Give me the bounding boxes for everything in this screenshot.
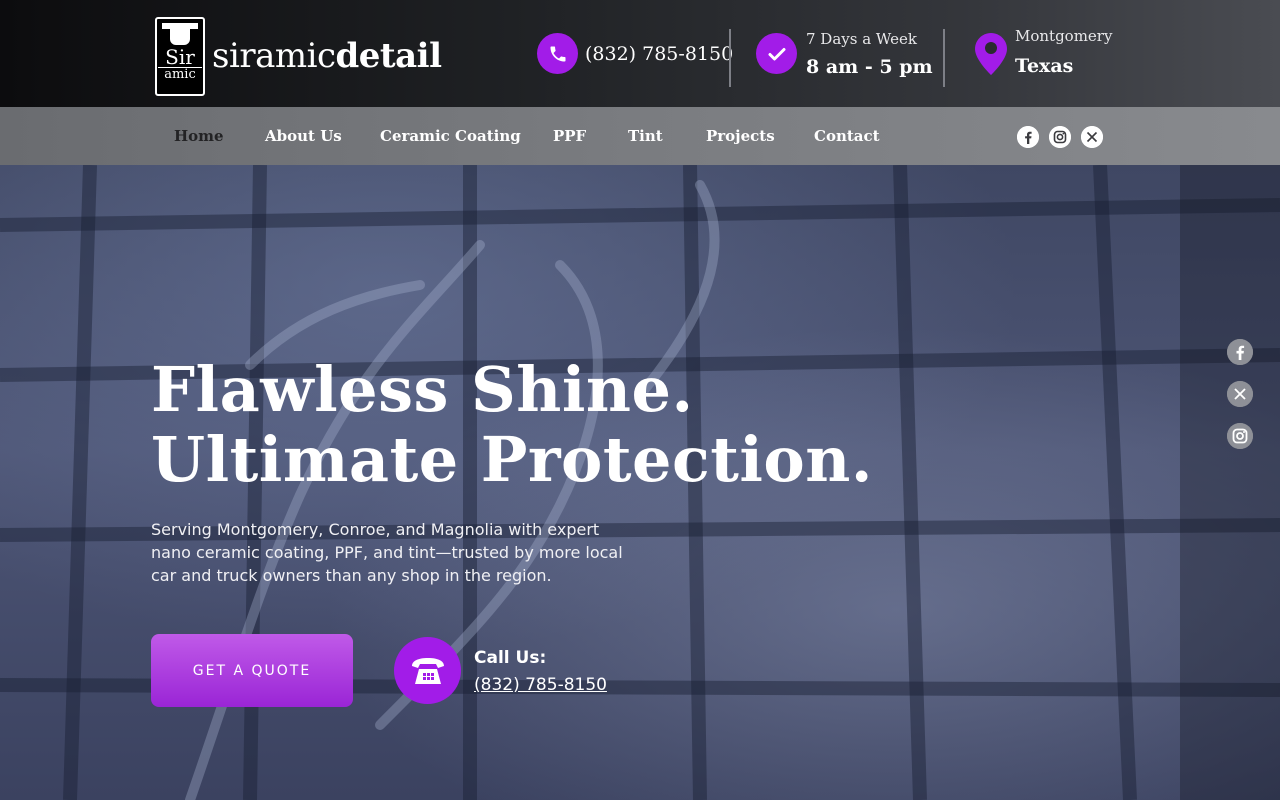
x-icon[interactable] — [1081, 126, 1103, 148]
nav-ppf[interactable]: PPF — [553, 107, 586, 165]
hero-headline-line2: Ultimate Protection. — [151, 423, 873, 496]
header-hours: 7 Days a Week 8 am - 5 pm — [756, 0, 933, 107]
logo-brand-bold: detail — [335, 36, 442, 76]
x-icon[interactable] — [1227, 381, 1253, 407]
logo-cup-icon — [162, 22, 198, 45]
nav-projects[interactable]: Projects — [706, 107, 775, 165]
nav-contact[interactable]: Contact — [814, 107, 880, 165]
get-a-quote-button[interactable]: GET A QUOTE — [151, 634, 353, 707]
side-social-bar — [1227, 339, 1253, 449]
phone-icon — [537, 33, 578, 74]
hours-time: 8 am - 5 pm — [806, 55, 933, 78]
hours-days: 7 Days a Week — [806, 29, 917, 48]
main-nav: Home About Us Ceramic Coating PPF Tint P… — [0, 107, 1280, 165]
site-logo[interactable]: Sir amic siramicdetail — [155, 16, 442, 96]
hero-headline: Flawless Shine. Ultimate Protection. — [151, 355, 873, 495]
nav-tint[interactable]: Tint — [628, 107, 663, 165]
map-pin-icon — [975, 32, 1007, 75]
hero-headline-line1: Flawless Shine. — [151, 353, 694, 426]
logo-badge: Sir amic — [155, 16, 205, 96]
header-phone-number[interactable]: (832) 785-8150 — [585, 43, 733, 65]
location-state: Texas — [1015, 54, 1074, 77]
check-icon — [756, 33, 797, 74]
nav-social-bar — [1017, 126, 1103, 148]
header-phone[interactable]: (832) 785-8150 — [537, 0, 733, 107]
call-us-number[interactable]: (832) 785-8150 — [474, 675, 607, 695]
facebook-icon[interactable] — [1017, 126, 1039, 148]
header-location: Montgomery Texas — [975, 0, 1112, 107]
facebook-icon[interactable] — [1227, 339, 1253, 365]
call-us-label: Call Us: — [474, 648, 547, 668]
logo-wordmark: siramicdetail — [212, 36, 442, 76]
telephone-icon[interactable] — [394, 637, 461, 704]
hero-section: Flawless Shine. Ultimate Protection. Ser… — [0, 165, 1280, 800]
logo-badge-bottom: amic — [158, 66, 202, 82]
logo-badge-top: Sir — [165, 44, 195, 69]
instagram-icon[interactable] — [1227, 423, 1253, 449]
nav-ceramic-coating[interactable]: Ceramic Coating — [380, 107, 521, 165]
hero-subtitle: Serving Montgomery, Conroe, and Magnolia… — [151, 520, 623, 585]
nav-home[interactable]: Home — [174, 107, 224, 165]
instagram-icon[interactable] — [1049, 126, 1071, 148]
header-divider — [943, 29, 945, 87]
nav-about-us[interactable]: About Us — [265, 107, 342, 165]
location-city: Montgomery — [1015, 26, 1113, 45]
top-header: Sir amic siramicdetail (832) 785-8150 7 … — [0, 0, 1280, 107]
logo-brand-light: siramic — [212, 36, 336, 76]
header-divider — [729, 29, 731, 87]
